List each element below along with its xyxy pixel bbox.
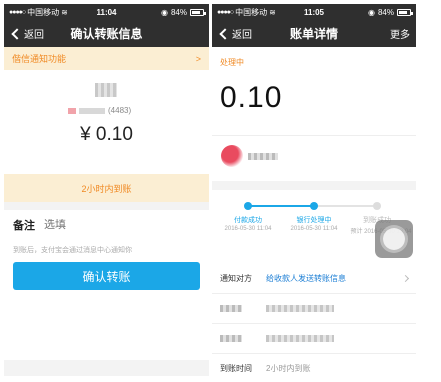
row-label-redacted — [220, 335, 242, 342]
remark-input[interactable] — [44, 219, 200, 231]
redacted-row — [212, 294, 416, 324]
status-label: 处理中 — [220, 58, 244, 67]
remark-row: 备注 — [4, 210, 209, 240]
bill-amount: 0.10 — [220, 81, 283, 114]
divider — [212, 135, 416, 136]
notify-payee-row[interactable]: 通知对方 给收款人发送转账信息 — [212, 264, 416, 294]
chevron-left-icon — [219, 27, 231, 40]
battery-icon — [397, 8, 413, 16]
remark-label: 备注 — [13, 220, 35, 232]
chevron-right-icon — [401, 274, 410, 283]
account-suffix: (4483) — [108, 106, 132, 115]
remark-section: 备注 到账后，支付宝会通过消息中心通知你 确认转账 — [4, 210, 209, 360]
recipient-avatar — [95, 83, 117, 97]
transfer-confirm-screen: ●●●●○ 中国移动 ≋ 11:04 ◉ 84% 返回 确认转账信息 偕信通知功… — [4, 4, 209, 376]
bank-logo-icon — [68, 107, 76, 114]
redacted-row — [212, 324, 416, 354]
bill-summary: 处理中 0.10 — [212, 47, 416, 181]
nav-bar: 返回 账单详情 更多 — [212, 20, 416, 47]
chevron-left-icon — [11, 27, 23, 40]
step-label-paid: 付款成功 — [234, 217, 262, 224]
back-label: 返回 — [232, 30, 252, 41]
assistive-touch-icon — [383, 228, 405, 250]
arrival-time-band: 2小时内到账 — [4, 174, 209, 202]
notice-banner[interactable]: 偕信通知功能 > — [4, 47, 209, 70]
recipient-info: (4483) — [68, 106, 131, 115]
back-button[interactable]: 返回 — [10, 26, 44, 41]
row-label: 通知对方 — [220, 274, 252, 283]
bill-detail-screen: ●●●●○ 中国移动 ≋ 11:05 ◉ 84% 返回 账单详情 更多 处理中 … — [212, 4, 416, 376]
confirm-transfer-button[interactable]: 确认转账 — [13, 262, 200, 290]
send-transfer-info-link[interactable]: 给收款人发送转账信息 — [266, 273, 346, 284]
step-label-processing: 银行处理中 — [296, 217, 332, 224]
payee-name-redacted — [248, 153, 278, 160]
payee-avatar — [221, 145, 243, 167]
clock: 11:04 — [96, 7, 117, 17]
nav-bar: 返回 确认转账信息 — [4, 20, 209, 47]
clock: 11:05 — [303, 7, 325, 17]
assistive-touch-button[interactable] — [375, 220, 413, 258]
row-value-redacted — [266, 335, 334, 342]
chevron-right-icon: > — [195, 53, 201, 64]
detail-list: 通知对方 给收款人发送转账信息 到账时间 2小时内到账 — [212, 264, 416, 376]
more-button[interactable]: 更多 — [390, 26, 410, 41]
step-time-paid: 2016-05-30 11:04 — [224, 226, 272, 232]
recipient-card: (4483) ¥ 0.10 — [4, 70, 209, 174]
row-value-redacted — [266, 305, 334, 312]
row-label-redacted — [220, 305, 242, 312]
step-time-processing: 2016-05-30 11:04 — [290, 226, 338, 232]
back-label: 返回 — [24, 30, 44, 41]
step-dot-done — [244, 202, 252, 210]
row-label: 到账时间 — [220, 364, 252, 373]
status-bar: ●●●●○ 中国移动 ≋ 11:05 ◉ 84% — [212, 4, 416, 20]
step-dot-pending — [373, 202, 381, 210]
notification-tip: 到账后，支付宝会通过消息中心通知你 — [13, 247, 132, 254]
recipient-name-redacted — [79, 107, 105, 114]
notice-text: 偕信通知功能 — [12, 54, 67, 64]
arrival-time-row: 到账时间 2小时内到账 — [212, 354, 416, 376]
step-dot-current — [310, 202, 318, 210]
transfer-amount: ¥ 0.10 — [80, 124, 133, 145]
status-bar: ●●●●○ 中国移动 ≋ 11:04 ◉ 84% — [4, 4, 209, 20]
progress-fill — [248, 205, 313, 207]
row-value: 2小时内到账 — [266, 364, 311, 373]
back-button[interactable]: 返回 — [218, 26, 252, 41]
battery-icon — [190, 8, 206, 16]
